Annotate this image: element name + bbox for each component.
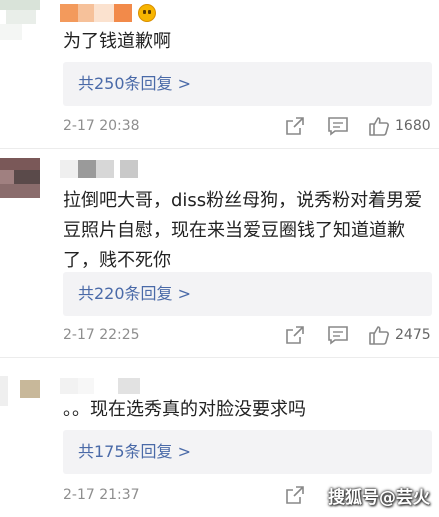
comment-meta: 2-17 22:25 2475: [63, 325, 433, 345]
username[interactable]: [60, 160, 170, 180]
view-replies-button[interactable]: 共250条回复 >: [63, 62, 432, 106]
emoji-icon: [138, 4, 156, 22]
comment-list: 为了钱道歉啊 共250条回复 > 2-17 20:38 1680 拉倒吧大哥，d…: [0, 0, 439, 517]
divider: [0, 357, 439, 358]
comment-text: 为了钱道歉啊: [63, 31, 171, 52]
comment-icon[interactable]: [327, 325, 349, 345]
like-count: 1680: [395, 118, 431, 134]
comment-icon[interactable]: [327, 116, 349, 136]
avatar[interactable]: [0, 0, 40, 40]
like-count: 2475: [395, 327, 431, 343]
timestamp: 2-17 22:25: [63, 327, 140, 343]
comment-item: 拉倒吧大哥，diss粉丝母狗，说秀粉对着男爱豆照片自慰，现在来当爱豆圈钱了知道道…: [0, 150, 439, 350]
comment-text: 。。现在选秀真的对脸没要求吗: [63, 399, 306, 420]
view-replies-button[interactable]: 共220条回复 >: [63, 272, 432, 316]
avatar[interactable]: [0, 158, 40, 198]
divider: [0, 148, 439, 149]
comment-text: 拉倒吧大哥，diss粉丝母狗，说秀粉对着男爱豆照片自慰，现在来当爱豆圈钱了知道道…: [63, 190, 423, 271]
comment-meta: 2-17 20:38 1680: [63, 116, 433, 136]
thumbs-up-icon[interactable]: [368, 116, 390, 136]
username[interactable]: [60, 4, 170, 24]
share-icon[interactable]: [285, 325, 305, 345]
avatar[interactable]: [0, 370, 40, 410]
timestamp: 2-17 21:37: [63, 487, 140, 503]
share-icon[interactable]: [285, 485, 305, 505]
share-icon[interactable]: [285, 116, 305, 136]
timestamp: 2-17 20:38: [63, 118, 140, 134]
view-replies-button[interactable]: 共175条回复 >: [63, 430, 432, 474]
comment-item: 为了钱道歉啊 共250条回复 > 2-17 20:38 1680: [0, 0, 439, 145]
watermark: 搜狐号@芸火: [328, 488, 430, 508]
thumbs-up-icon[interactable]: [368, 325, 390, 345]
